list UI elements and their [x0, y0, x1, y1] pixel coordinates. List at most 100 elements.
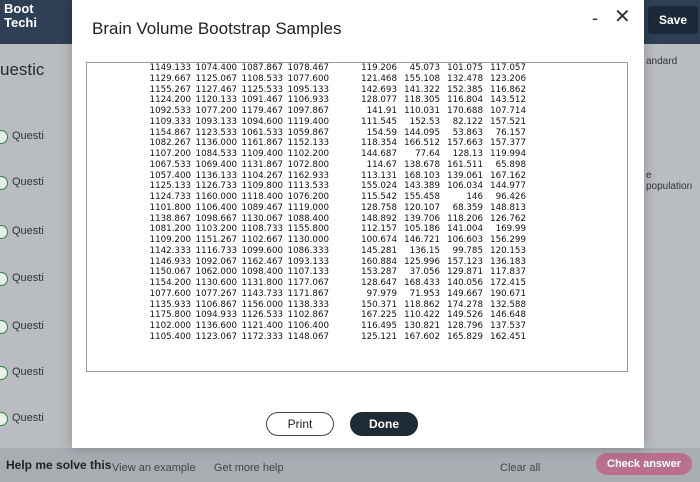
table-cell: 119.206 — [361, 63, 397, 73]
table-row: 1150.067 1062.000 1098.400 1107.133 153.287 3… — [145, 267, 526, 278]
column-gap — [329, 267, 337, 278]
question-item[interactable]: Questi — [0, 219, 60, 245]
table-cell: 1078.467 — [287, 63, 329, 73]
table-cell: 1179.467 — [241, 106, 283, 116]
table-cell: 116.862 — [490, 84, 526, 95]
table-cell: 76.157 — [495, 127, 526, 138]
table-cell: 1131.867 — [241, 159, 283, 170]
table-cell: 139.061 — [447, 170, 483, 181]
table-cell: 154.59 — [366, 127, 397, 138]
table-cell: 1092.533 — [149, 106, 191, 116]
table-cell: 1101.800 — [149, 202, 191, 213]
table-cell: 106.603 — [447, 235, 483, 245]
table-cell: 96.426 — [495, 192, 526, 202]
table-cell: 116.495 — [361, 321, 397, 331]
minimize-icon[interactable]: - — [592, 8, 598, 29]
table-cell: 1125.133 — [149, 181, 191, 192]
table-cell: 1104.267 — [241, 170, 283, 181]
table-cell: 1094.933 — [195, 310, 237, 321]
table-cell: 166.512 — [404, 138, 440, 149]
table-cell: 1150.067 — [149, 267, 191, 278]
table-cell: 1109.200 — [149, 235, 191, 245]
view-example-button[interactable]: View an example — [112, 462, 196, 474]
table-cell: 105.186 — [404, 224, 440, 235]
column-gap — [329, 128, 337, 139]
table-cell: 144.095 — [404, 127, 440, 138]
table-cell: 1086.333 — [287, 245, 329, 256]
table-cell: 1123.067 — [195, 331, 237, 342]
table-cell: 168.103 — [404, 170, 440, 181]
table-row: 1124.200 1120.133 1091.467 1106.933 128.077 1… — [145, 95, 526, 106]
table-cell: 190.671 — [490, 288, 526, 299]
table-cell: 150.371 — [361, 299, 397, 310]
table-cell: 1057.400 — [149, 170, 191, 181]
table-cell: 118.206 — [447, 213, 483, 224]
question-item[interactable]: Questi — [0, 266, 60, 292]
table-row: 1109.200 1151.267 1102.667 1130.000 100.674 1… — [145, 235, 526, 246]
question-item[interactable]: Questi — [0, 124, 60, 150]
close-icon[interactable]: ✕ — [614, 4, 631, 29]
table-cell: 1131.800 — [241, 278, 283, 288]
table-row: 1082.267 1136.000 1161.867 1152.133 118.354 1… — [145, 138, 526, 149]
table-cell: 162.451 — [490, 331, 526, 342]
table-cell: 141.322 — [404, 84, 440, 95]
check-answer-button[interactable]: Check answer — [596, 453, 692, 475]
table-cell: 1124.200 — [149, 95, 191, 106]
table-cell: 1103.200 — [195, 224, 237, 235]
table-row: 1154.200 1130.600 1131.800 1177.067 128.647 1… — [145, 278, 526, 289]
table-cell: 117.057 — [490, 63, 526, 73]
save-button[interactable]: Save — [648, 6, 698, 34]
table-cell: 137.537 — [490, 321, 526, 331]
table-cell: 1077.267 — [195, 288, 237, 299]
question-item[interactable]: Questi — [0, 406, 60, 432]
table-cell: 120.153 — [490, 245, 526, 256]
table-cell: 148.892 — [361, 213, 397, 224]
table-cell: 1129.667 — [149, 73, 191, 84]
table-cell: 1067.533 — [149, 159, 191, 170]
table-cell: 139.706 — [404, 213, 440, 224]
column-gap — [329, 106, 337, 117]
column-gap — [329, 149, 337, 160]
table-cell: 1088.400 — [287, 213, 329, 224]
table-cell: 1098.667 — [195, 213, 237, 224]
table-cell: 1061.533 — [241, 127, 283, 138]
table-cell: 157.377 — [490, 138, 526, 149]
table-cell: 1136.133 — [195, 170, 237, 181]
table-cell: 125.996 — [404, 256, 440, 267]
table-cell: 1089.467 — [241, 202, 283, 213]
table-cell: 144.977 — [490, 181, 526, 192]
table-cell: 1142.333 — [149, 245, 191, 256]
table-cell: 1107.133 — [287, 267, 329, 278]
table-cell: 1146.933 — [149, 256, 191, 267]
column-gap — [329, 138, 337, 149]
table-cell: 107.714 — [490, 106, 526, 116]
done-button[interactable]: Done — [350, 412, 418, 436]
question-item[interactable]: Questi — [0, 170, 60, 196]
table-row: 1101.800 1106.400 1089.467 1119.000 128.758 1… — [145, 203, 526, 214]
help-me-solve-button[interactable]: Help me solve this — [6, 458, 111, 472]
table-cell: 1152.133 — [287, 138, 329, 149]
question-item[interactable]: Questi — [0, 314, 60, 340]
table-cell: 1124.733 — [149, 192, 191, 202]
table-cell: 1143.733 — [241, 288, 283, 299]
samples-table-frame[interactable]: 1149.133 1074.400 1087.867 1078.467 119.206 4… — [86, 62, 628, 372]
table-cell: 1162.467 — [241, 256, 283, 267]
table-cell: 113.131 — [361, 170, 397, 181]
column-gap — [329, 278, 337, 289]
table-cell: 149.667 — [447, 288, 483, 299]
table-cell: 1138.333 — [287, 299, 329, 310]
get-more-help-button[interactable]: Get more help — [214, 462, 284, 474]
clear-all-button[interactable]: Clear all — [500, 462, 540, 474]
table-cell: 45.073 — [409, 63, 440, 73]
question-item[interactable]: Questi — [0, 360, 60, 386]
table-cell: 142.693 — [361, 84, 397, 95]
table-cell: 1177.067 — [287, 278, 329, 288]
table-cell: 1130.067 — [241, 213, 283, 224]
print-button[interactable]: Print — [266, 412, 334, 436]
table-cell: 1127.467 — [195, 84, 237, 95]
column-gap — [329, 95, 337, 106]
table-cell: 111.545 — [361, 116, 397, 127]
column-gap — [329, 257, 337, 268]
table-cell: 1093.133 — [287, 256, 329, 267]
table-cell: 128.758 — [361, 202, 397, 213]
